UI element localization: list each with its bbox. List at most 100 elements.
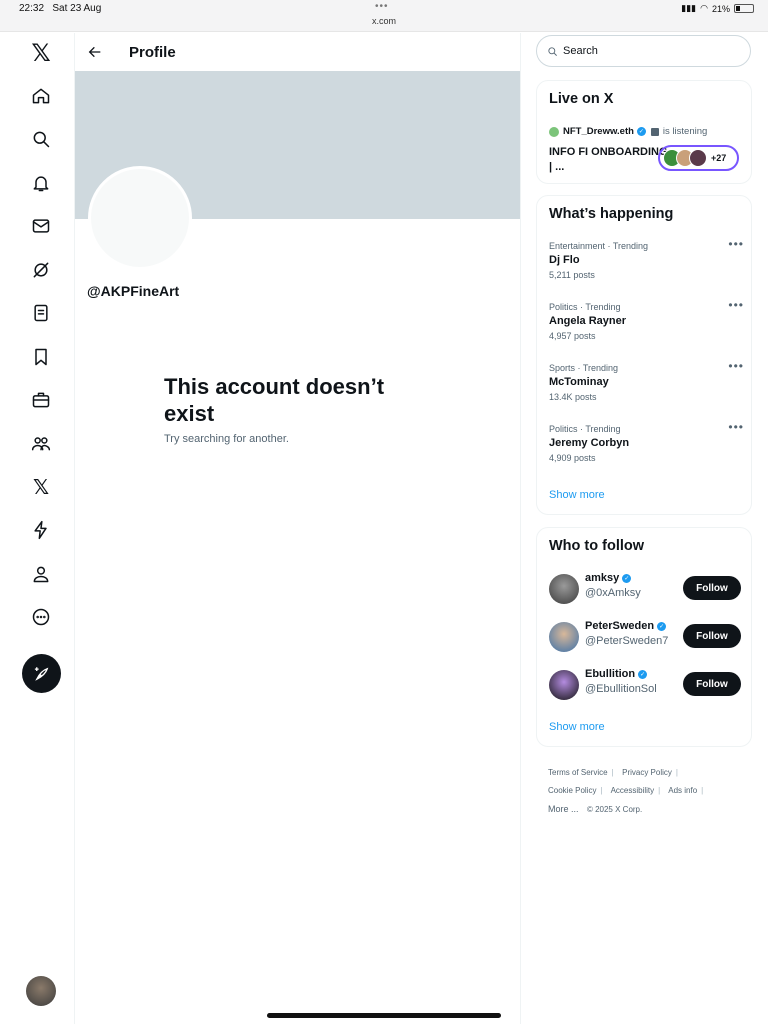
- who-to-follow-card: Who to follow amksy ✓ @0xAmksy Follow Pet…: [536, 527, 752, 747]
- verified-badge-icon: ✓: [657, 621, 667, 631]
- wtf-title: Who to follow: [549, 538, 645, 554]
- bookmarks-icon[interactable]: [26, 342, 56, 372]
- trend-item[interactable]: Politics · Trending Jeremy Corbyn 4,909 …: [549, 420, 744, 463]
- back-button[interactable]: [75, 33, 115, 71]
- footer-link[interactable]: Accessibility: [611, 786, 655, 795]
- footer-more-link[interactable]: More ...: [548, 804, 579, 814]
- suggestion-name: amksy ✓: [585, 572, 632, 584]
- host-name: NFT_Dreww.eth: [563, 126, 634, 137]
- footer-links: Terms of Service | Privacy Policy | Cookie…: [548, 768, 704, 814]
- follow-suggestion[interactable]: amksy ✓ @0xAmksy Follow: [549, 572, 741, 606]
- profile-avatar: [88, 166, 192, 270]
- explore-icon[interactable]: [26, 124, 56, 154]
- trend-category: Politics · Trending: [549, 302, 621, 312]
- live-title: Live on X: [549, 91, 614, 107]
- footer-link[interactable]: Terms of Service: [548, 768, 608, 777]
- verified-orgs-icon[interactable]: [26, 515, 56, 545]
- tab-dots-icon[interactable]: •••: [375, 1, 389, 12]
- listener-avatar: [689, 149, 707, 167]
- show-more-follow-link[interactable]: Show more: [549, 721, 605, 733]
- footer-link[interactable]: Ads info: [668, 786, 697, 795]
- trend-category: Politics · Trending: [549, 424, 621, 434]
- listener-count: +27: [711, 153, 727, 163]
- more-icon[interactable]: [26, 602, 56, 632]
- battery-icon: [734, 4, 754, 13]
- grok-icon[interactable]: [26, 255, 56, 285]
- profile-handle: @AKPFineArt: [87, 283, 180, 299]
- profile-icon[interactable]: [26, 559, 56, 589]
- compose-post-button[interactable]: [22, 654, 61, 693]
- trend-category: Entertainment · Trending: [549, 241, 649, 251]
- suggestion-handle: @0xAmksy: [585, 587, 641, 599]
- not-found-title: This account doesn’t exist: [164, 374, 385, 426]
- host-badge-icon: [650, 127, 659, 136]
- battery-percent: 21%: [711, 3, 730, 14]
- verified-badge-icon: ✓: [638, 669, 648, 679]
- search-placeholder: Search: [563, 45, 598, 57]
- trend-item[interactable]: Politics · Trending Angela Rayner 4,957 …: [549, 298, 744, 341]
- premium-icon[interactable]: 𝕏: [26, 472, 56, 502]
- status-indicators: ▮▮▮ ◠ 21%: [681, 3, 754, 14]
- suggestion-handle: @EbullitionSol: [585, 683, 657, 695]
- more-options-icon[interactable]: •••: [728, 237, 744, 251]
- x-logo[interactable]: 𝕏: [26, 38, 56, 68]
- show-more-trends-link[interactable]: Show more: [549, 489, 605, 501]
- search-input[interactable]: Search: [536, 35, 751, 67]
- status-bar: 22:32 Sat 23 Aug ••• x.com ▮▮▮ ◠ 21%: [0, 0, 768, 32]
- whats-happening-card: What’s happening Entertainment · Trendin…: [536, 195, 752, 515]
- avatar: [549, 670, 579, 700]
- host-status: is listening: [662, 126, 708, 137]
- home-icon[interactable]: [26, 81, 56, 111]
- footer-link[interactable]: Cookie Policy: [548, 786, 596, 795]
- notifications-icon[interactable]: [26, 168, 56, 198]
- footer-link[interactable]: Privacy Policy: [622, 768, 672, 777]
- follow-suggestion[interactable]: PeterSweden ✓ @PeterSweden7 Follow: [549, 620, 741, 654]
- more-options-icon[interactable]: •••: [728, 420, 744, 434]
- copyright: © 2025 X Corp.: [586, 805, 643, 814]
- suggestion-handle: @PeterSweden7: [585, 635, 669, 647]
- signal-icon: ▮▮▮: [681, 3, 697, 13]
- communities-icon[interactable]: [26, 428, 56, 458]
- trend-name: Angela Rayner: [549, 315, 627, 327]
- follow-suggestion[interactable]: Ebullition ✓ @EbullitionSol Follow: [549, 668, 741, 702]
- arrow-left-icon: [88, 46, 101, 58]
- wifi-icon: ◠: [700, 3, 708, 13]
- more-options-icon[interactable]: •••: [728, 298, 744, 312]
- home-indicator[interactable]: [267, 1013, 501, 1018]
- trend-category: Sports · Trending: [549, 363, 619, 373]
- verified-badge-icon: ✓: [636, 127, 646, 136]
- messages-icon[interactable]: [26, 211, 56, 241]
- status-time: 22:32 Sat 23 Aug: [19, 3, 102, 14]
- trend-posts: 5,211 posts: [549, 270, 595, 280]
- feather-plus-icon: [34, 666, 48, 681]
- suggestion-name: PeterSweden ✓: [585, 620, 667, 632]
- live-host-row[interactable]: NFT_Dreww.eth ✓ is listening: [549, 126, 707, 137]
- profile-header: Profile: [75, 33, 520, 71]
- trend-name: Jeremy Corbyn: [549, 437, 630, 449]
- follow-button[interactable]: Follow: [683, 672, 741, 696]
- url-label[interactable]: x.com: [0, 16, 768, 26]
- follow-button[interactable]: Follow: [683, 624, 741, 648]
- lists-icon[interactable]: [26, 298, 56, 328]
- not-found-subtitle: Try searching for another.: [164, 433, 289, 445]
- avatar: [549, 574, 579, 604]
- live-on-x-card: Live on X NFT_Dreww.eth ✓ is listening I…: [536, 80, 752, 184]
- suggestion-name: Ebullition ✓: [585, 668, 648, 680]
- trend-name: McTominay: [549, 376, 609, 388]
- trend-posts: 4,957 posts: [549, 331, 596, 341]
- follow-button[interactable]: Follow: [683, 576, 741, 600]
- jobs-icon[interactable]: [26, 385, 56, 415]
- trend-item[interactable]: Sports · Trending McTominay 13.4K posts …: [549, 359, 744, 402]
- host-avatar: [549, 126, 559, 137]
- happening-title: What’s happening: [549, 206, 674, 222]
- account-avatar[interactable]: [26, 976, 56, 1006]
- trend-name: Dj Flo: [549, 254, 580, 266]
- trend-item[interactable]: Entertainment · Trending Dj Flo 5,211 po…: [549, 237, 744, 280]
- main-column: Profile @AKPFineArt This account doesn’t…: [75, 33, 521, 1024]
- page-title: Profile: [129, 43, 176, 61]
- left-navigation: 𝕏 𝕏: [0, 33, 75, 1024]
- listeners-avatars[interactable]: +27: [658, 145, 739, 171]
- space-title[interactable]: INFO FI ONBOARDING | ...: [549, 145, 669, 175]
- trend-posts: 4,909 posts: [549, 453, 596, 463]
- more-options-icon[interactable]: •••: [728, 359, 744, 373]
